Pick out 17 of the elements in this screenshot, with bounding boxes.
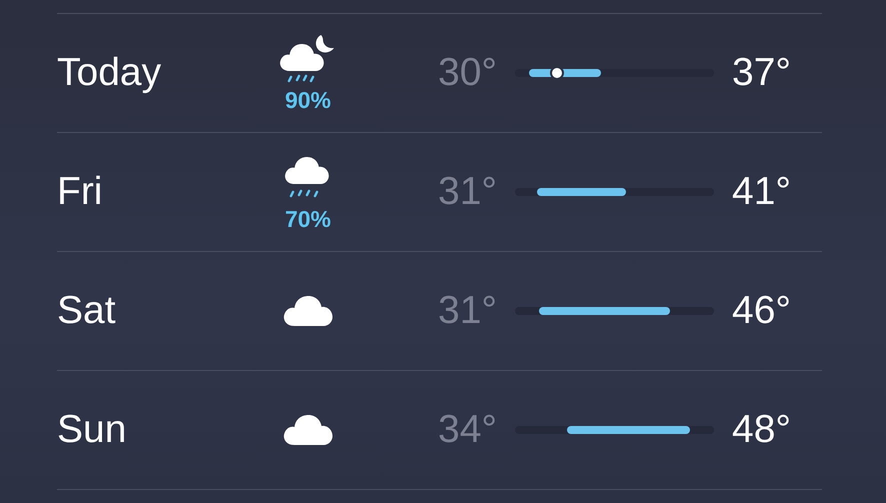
low-temperature: 31° [437,170,498,214]
high-temperature: 37° [731,51,792,95]
cloud-icon [281,295,335,327]
day-label: Sun [57,408,128,452]
day-label: Sat [57,289,117,333]
low-temperature: 34° [437,408,498,452]
high-temperature: 46° [731,289,792,333]
precipitation-chance: 70% [284,206,332,232]
low-temperature: 31° [437,289,498,333]
high-temperature: 41° [731,170,792,214]
high-temperature: 48° [731,408,792,452]
day-label: Today [57,51,162,95]
day-label: Fri [57,170,104,214]
low-temperature: 30° [437,51,498,95]
cloud-icon [281,414,335,446]
cloud-moon-rain-icon [279,32,337,84]
precipitation-chance: 90% [284,86,332,114]
